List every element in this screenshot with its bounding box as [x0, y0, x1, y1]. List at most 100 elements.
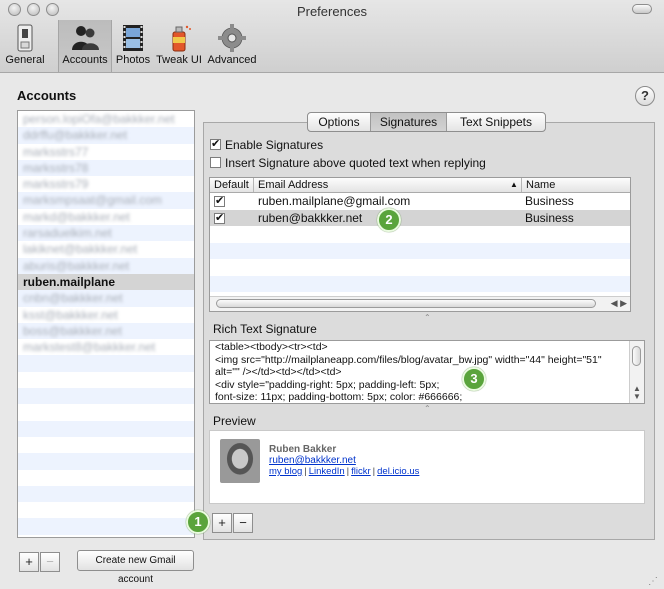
- preference-tabs: Options Signatures Text Snippets: [307, 112, 546, 132]
- signature-empty-row: [210, 242, 630, 259]
- accounts-people-icon: [72, 26, 99, 50]
- account-item[interactable]: ksst@bakkker.net: [18, 307, 194, 323]
- preview-links: my blog | LinkedIn | flickr | del.icio.us: [269, 466, 420, 477]
- account-item[interactable]: markd@bakkker.net: [18, 209, 194, 225]
- code-line: alt="" /></td><td></td><td>: [215, 366, 342, 378]
- toolbar-tweak-ui[interactable]: Tweak UI: [154, 20, 204, 72]
- remove-signature-button[interactable]: −: [233, 513, 253, 533]
- add-signature-button[interactable]: +: [212, 513, 232, 533]
- avatar: [220, 439, 260, 483]
- preview-email-link[interactable]: ruben@bakkker.net: [269, 455, 356, 466]
- preview-name: Ruben Bakker: [269, 444, 337, 455]
- account-item[interactable]: boss@bakkker.net: [18, 322, 194, 340]
- toolbar-accounts-label: Accounts: [62, 54, 108, 66]
- code-line: <img src="http://mailplaneapp.com/files/…: [215, 353, 602, 366]
- signature-email: ruben@bakkker.net: [258, 210, 363, 225]
- link-delicious[interactable]: del.icio.us: [377, 466, 419, 477]
- tab-options[interactable]: Options: [308, 113, 371, 131]
- link-flickr[interactable]: flickr: [351, 466, 371, 477]
- create-gmail-account-button[interactable]: Create new Gmail account: [77, 550, 194, 585]
- remove-account-button[interactable]: −: [40, 552, 60, 572]
- title-toolbar: Preferences General Accounts Photos Twea…: [0, 0, 664, 73]
- callout-badge-1: 1: [186, 510, 210, 534]
- account-empty-row: [18, 470, 194, 486]
- code-line: <div style="padding-right: 5px; padding-…: [215, 378, 440, 391]
- signatures-table-header: Default Email Address ▲ Name: [210, 178, 630, 193]
- account-empty-row: [18, 485, 194, 503]
- account-item[interactable]: aburis@bakkker.net: [18, 257, 194, 274]
- sort-ascending-icon: ▲: [510, 180, 518, 189]
- enable-signatures-label: Enable Signatures: [225, 138, 324, 152]
- default-checkbox[interactable]: ✔: [214, 212, 225, 224]
- toolbar-general-label: General: [5, 54, 45, 66]
- account-empty-row: [18, 372, 194, 388]
- account-item-selected[interactable]: ruben.mailplane: [18, 273, 194, 291]
- signature-name: Business: [525, 210, 574, 225]
- column-default[interactable]: Default: [214, 179, 249, 191]
- code-line: font-size: 11px; padding-bottom: 5px; co…: [215, 391, 463, 403]
- toolbar-photos-label: Photos: [115, 54, 151, 66]
- window-title: Preferences: [296, 4, 368, 19]
- general-switch-icon: [17, 24, 33, 52]
- split-handle-icon[interactable]: ⌃: [424, 313, 431, 322]
- preferences-window: Preferences General Accounts Photos Twea…: [0, 0, 664, 588]
- accounts-heading: Accounts: [17, 88, 77, 103]
- toolbar-accounts[interactable]: Accounts: [58, 20, 112, 72]
- advanced-gear-icon: [218, 24, 246, 52]
- photos-film-icon: [123, 25, 143, 51]
- account-item[interactable]: cnbn@bakkker.net: [18, 290, 194, 307]
- enable-signatures-checkbox[interactable]: ✔: [210, 139, 221, 150]
- account-item[interactable]: lakiknet@bakkker.net: [18, 241, 194, 257]
- account-empty-row: [18, 388, 194, 405]
- account-item[interactable]: rarsaduelkim.net: [18, 225, 194, 242]
- scroll-thumb[interactable]: [216, 299, 596, 308]
- help-button[interactable]: ?: [635, 86, 655, 106]
- rich-text-signature-editor[interactable]: <table><tbody><tr><td> <img src="http://…: [209, 340, 645, 404]
- account-item[interactable]: markstest8@bakkker.net: [18, 339, 194, 355]
- window-resize-grip-icon[interactable]: ⋰: [648, 576, 658, 587]
- callout-badge-2: 2: [377, 208, 401, 232]
- toolbar-advanced[interactable]: Advanced: [206, 20, 258, 72]
- tab-text-snippets[interactable]: Text Snippets: [447, 113, 545, 131]
- scroll-arrows-icon[interactable]: ◀ ▶: [611, 298, 627, 309]
- split-handle-icon[interactable]: ⌃: [424, 404, 431, 413]
- column-name[interactable]: Name: [526, 179, 555, 191]
- account-item[interactable]: ddrffu@bakkker.net: [18, 127, 194, 144]
- insert-above-quoted-label: Insert Signature above quoted text when …: [225, 156, 486, 170]
- account-item[interactable]: person.lopiOfa@bakkker.net: [18, 111, 194, 127]
- toolbar-general[interactable]: General: [3, 20, 47, 72]
- scroll-thumb[interactable]: [632, 346, 641, 366]
- link-my-blog[interactable]: my blog: [269, 466, 302, 477]
- insert-above-quoted-checkbox[interactable]: [210, 157, 221, 168]
- tab-signatures[interactable]: Signatures: [371, 113, 447, 131]
- scroll-arrows-icon[interactable]: ▲ ▼: [633, 385, 641, 401]
- toolbar-advanced-label: Advanced: [207, 54, 257, 66]
- signature-row[interactable]: ✔ ruben.mailplane@gmail.com Business: [210, 193, 630, 210]
- default-checkbox[interactable]: ✔: [214, 196, 225, 207]
- signature-email: ruben.mailplane@gmail.com: [258, 194, 411, 208]
- account-empty-row: [18, 437, 194, 453]
- account-item[interactable]: marksstrs77: [18, 144, 194, 160]
- signature-empty-row: [210, 226, 630, 243]
- tweak-ui-spraycan-icon: [172, 25, 191, 52]
- account-item[interactable]: marksstrs78: [18, 159, 194, 177]
- signature-row-selected[interactable]: ✔ ruben@bakkker.net Business: [210, 209, 630, 226]
- signature-name: Business: [525, 194, 574, 208]
- account-empty-row: [18, 355, 194, 372]
- signatures-table[interactable]: Default Email Address ▲ Name ✔ ruben.mai…: [209, 177, 631, 312]
- toolbar-toggle-button[interactable]: [632, 4, 652, 14]
- add-account-button[interactable]: +: [19, 552, 39, 572]
- toolbar-photos[interactable]: Photos: [114, 20, 152, 72]
- account-item[interactable]: marksmpsaat@gmail.com: [18, 192, 194, 209]
- signature-empty-row: [210, 275, 630, 292]
- account-item[interactable]: marksstrs79: [18, 176, 194, 192]
- accounts-list[interactable]: person.lopiOfa@bakkker.net ddrffu@bakkke…: [17, 110, 195, 538]
- column-email[interactable]: Email Address: [258, 179, 328, 191]
- editor-vertical-scrollbar[interactable]: ▲ ▼: [629, 341, 644, 403]
- link-linkedin[interactable]: LinkedIn: [309, 466, 345, 477]
- account-empty-row: [18, 420, 194, 437]
- toolbar-tweak-ui-label: Tweak UI: [156, 54, 202, 66]
- account-empty-row: [18, 502, 194, 518]
- signatures-horizontal-scrollbar[interactable]: ◀ ▶: [210, 296, 630, 311]
- signature-empty-row: [210, 259, 630, 276]
